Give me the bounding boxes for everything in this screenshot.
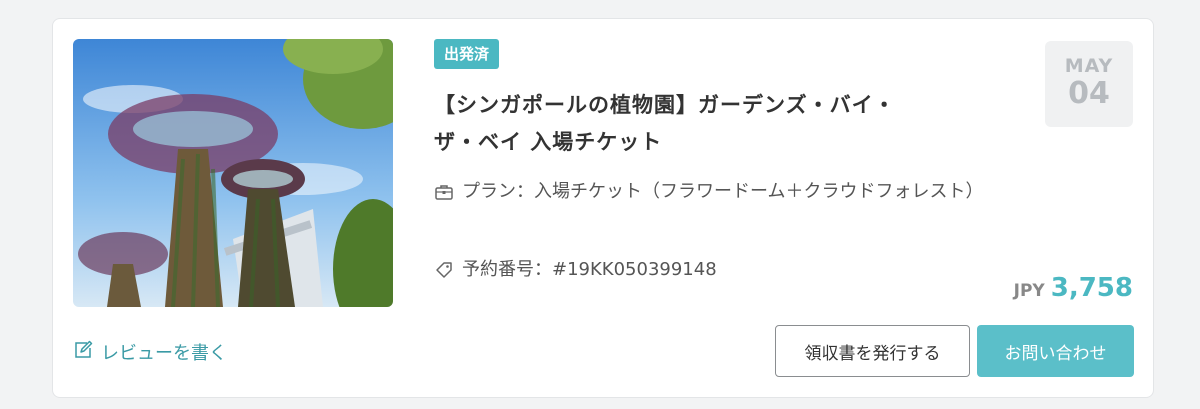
- contact-button[interactable]: お問い合わせ: [977, 325, 1134, 377]
- date-badge: MAY 04: [1045, 41, 1133, 127]
- price-amount: 3,758: [1050, 273, 1133, 303]
- issue-receipt-button[interactable]: 領収書を発行する: [775, 325, 970, 377]
- plan-text: プラン：入場チケット（フラワードーム＋クラウドフォレスト）: [462, 181, 984, 202]
- booking-card: 出発済 【シンガポールの植物園】ガーデンズ・バイ・ ザ・ベイ 入場チケット プラ…: [52, 18, 1154, 398]
- status-badge: 出発済: [434, 39, 500, 69]
- tour-title[interactable]: 【シンガポールの植物園】ガーデンズ・バイ・ ザ・ベイ 入場チケット: [434, 87, 934, 161]
- write-review-link[interactable]: レビューを書く: [73, 339, 227, 365]
- tour-thumbnail[interactable]: [73, 39, 393, 307]
- write-review-label: レビューを書く: [101, 343, 227, 364]
- reservation-number: 予約番号：#19KK050399148: [462, 259, 717, 280]
- price: JPY 3,758: [1014, 273, 1133, 303]
- tour-title-line1: 【シンガポールの植物園】ガーデンズ・バイ・: [434, 93, 896, 117]
- date-day: 04: [1068, 76, 1110, 111]
- plan-info: プラン：入場チケット（フラワードーム＋クラウドフォレスト）: [434, 177, 1004, 212]
- date-month: MAY: [1064, 55, 1114, 77]
- briefcase-icon: [434, 177, 454, 212]
- edit-icon: [73, 340, 93, 365]
- tag-icon: [434, 255, 454, 290]
- price-currency: JPY: [1013, 281, 1045, 301]
- reservation-info: 予約番号：#19KK050399148: [434, 255, 717, 290]
- tour-title-line2: ザ・ベイ 入場チケット: [434, 130, 663, 154]
- supertree-image: [73, 39, 393, 307]
